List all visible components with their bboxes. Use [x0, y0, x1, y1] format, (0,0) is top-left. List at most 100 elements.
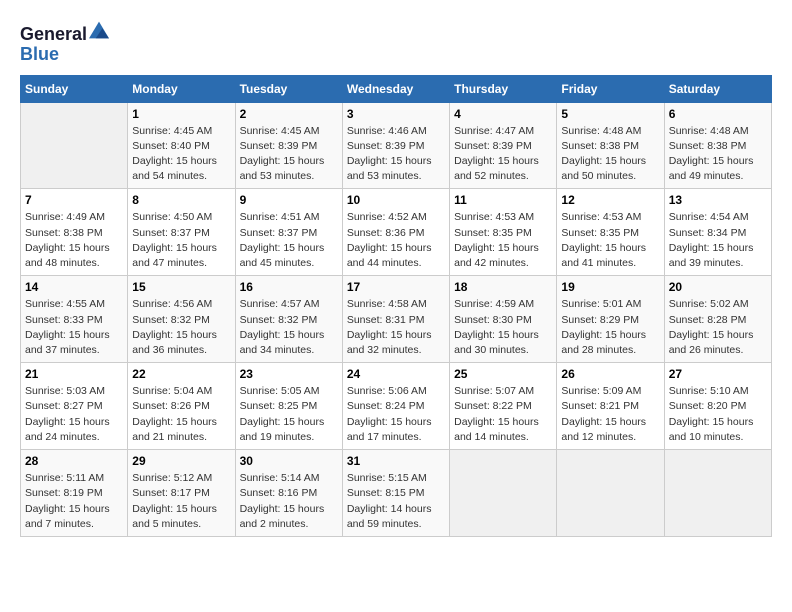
day-number: 23 [240, 367, 338, 381]
calendar-cell: 23 Sunrise: 5:05 AMSunset: 8:25 PMDayligh… [235, 363, 342, 450]
day-number: 19 [561, 280, 659, 294]
day-number: 10 [347, 193, 445, 207]
calendar-cell: 27 Sunrise: 5:10 AMSunset: 8:20 PMDayligh… [664, 363, 771, 450]
day-info: Sunrise: 5:14 AMSunset: 8:16 PMDaylight:… [240, 471, 338, 532]
calendar-cell: 26 Sunrise: 5:09 AMSunset: 8:21 PMDayligh… [557, 363, 664, 450]
day-number: 8 [132, 193, 230, 207]
day-info: Sunrise: 5:12 AMSunset: 8:17 PMDaylight:… [132, 471, 230, 532]
logo: General Blue [20, 20, 109, 65]
day-info: Sunrise: 4:57 AMSunset: 8:32 PMDaylight:… [240, 297, 338, 358]
calendar-body: 1Sunrise: 4:45 AMSunset: 8:40 PMDaylight… [21, 102, 772, 536]
day-number: 14 [25, 280, 123, 294]
calendar-cell: 20Sunrise: 5:02 AMSunset: 8:28 PMDayligh… [664, 276, 771, 363]
day-info: Sunrise: 4:51 AMSunset: 8:37 PMDaylight:… [240, 210, 338, 271]
day-info: Sunrise: 4:52 AMSunset: 8:36 PMDaylight:… [347, 210, 445, 271]
day-number: 31 [347, 454, 445, 468]
weekday-header: Tuesday [235, 75, 342, 102]
day-number: 29 [132, 454, 230, 468]
day-info: Sunrise: 4:53 AMSunset: 8:35 PMDaylight:… [561, 210, 659, 271]
calendar-cell: 25 Sunrise: 5:07 AMSunset: 8:22 PMDayligh… [450, 363, 557, 450]
day-info: Sunrise: 4:48 AMSunset: 8:38 PMDaylight:… [561, 124, 659, 185]
day-info: Sunrise: 5:04 AMSunset: 8:26 PMDaylight:… [132, 384, 230, 445]
day-number: 12 [561, 193, 659, 207]
day-info: Sunrise: 5:15 AMSunset: 8:15 PMDaylight:… [347, 471, 445, 532]
calendar-cell: 18Sunrise: 4:59 AMSunset: 8:30 PMDayligh… [450, 276, 557, 363]
calendar-cell [664, 450, 771, 537]
day-number: 25 [454, 367, 552, 381]
calendar-cell: 7Sunrise: 4:49 AMSunset: 8:38 PMDaylight… [21, 189, 128, 276]
calendar-cell: 14 Sunrise: 4:55 AMSunset: 8:33 PMDayligh… [21, 276, 128, 363]
day-number: 9 [240, 193, 338, 207]
day-number: 22 [132, 367, 230, 381]
day-info: Sunrise: 5:10 AMSunset: 8:20 PMDaylight:… [669, 384, 767, 445]
calendar-cell [557, 450, 664, 537]
calendar-week-row: 7Sunrise: 4:49 AMSunset: 8:38 PMDaylight… [21, 189, 772, 276]
calendar-cell: 12 Sunrise: 4:53 AMSunset: 8:35 PMDayligh… [557, 189, 664, 276]
calendar-cell: 4 Sunrise: 4:47 AMSunset: 8:39 PMDaylight… [450, 102, 557, 189]
calendar-cell: 11 Sunrise: 4:53 AMSunset: 8:35 PMDayligh… [450, 189, 557, 276]
day-number: 5 [561, 107, 659, 121]
day-info: Sunrise: 4:45 AMSunset: 8:40 PMDaylight:… [132, 124, 230, 185]
page-header: General Blue [20, 20, 772, 65]
calendar-header: SundayMondayTuesdayWednesdayThursdayFrid… [21, 75, 772, 102]
calendar-cell: 3Sunrise: 4:46 AMSunset: 8:39 PMDaylight… [342, 102, 449, 189]
day-number: 30 [240, 454, 338, 468]
calendar-cell: 30 Sunrise: 5:14 AMSunset: 8:16 PMDayligh… [235, 450, 342, 537]
logo-blue: Blue [20, 44, 59, 64]
calendar-cell: 15 Sunrise: 4:56 AMSunset: 8:32 PMDayligh… [128, 276, 235, 363]
day-info: Sunrise: 4:54 AMSunset: 8:34 PMDaylight:… [669, 210, 767, 271]
day-info: Sunrise: 4:55 AMSunset: 8:33 PMDaylight:… [25, 297, 123, 358]
calendar-cell: 17Sunrise: 4:58 AMSunset: 8:31 PMDayligh… [342, 276, 449, 363]
day-info: Sunrise: 4:47 AMSunset: 8:39 PMDaylight:… [454, 124, 552, 185]
calendar-cell: 22 Sunrise: 5:04 AMSunset: 8:26 PMDayligh… [128, 363, 235, 450]
calendar-week-row: 28 Sunrise: 5:11 AMSunset: 8:19 PMDayligh… [21, 450, 772, 537]
day-number: 24 [347, 367, 445, 381]
day-number: 18 [454, 280, 552, 294]
day-info: Sunrise: 5:11 AMSunset: 8:19 PMDaylight:… [25, 471, 123, 532]
weekday-header: Friday [557, 75, 664, 102]
calendar-cell: 1Sunrise: 4:45 AMSunset: 8:40 PMDaylight… [128, 102, 235, 189]
day-info: Sunrise: 5:03 AMSunset: 8:27 PMDaylight:… [25, 384, 123, 445]
calendar-cell [21, 102, 128, 189]
calendar-cell [450, 450, 557, 537]
day-info: Sunrise: 4:53 AMSunset: 8:35 PMDaylight:… [454, 210, 552, 271]
weekday-header-row: SundayMondayTuesdayWednesdayThursdayFrid… [21, 75, 772, 102]
day-info: Sunrise: 5:07 AMSunset: 8:22 PMDaylight:… [454, 384, 552, 445]
calendar-cell: 10 Sunrise: 4:52 AMSunset: 8:36 PMDayligh… [342, 189, 449, 276]
weekday-header: Saturday [664, 75, 771, 102]
calendar-cell: 16Sunrise: 4:57 AMSunset: 8:32 PMDayligh… [235, 276, 342, 363]
calendar-cell: 19 Sunrise: 5:01 AMSunset: 8:29 PMDayligh… [557, 276, 664, 363]
day-info: Sunrise: 4:45 AMSunset: 8:39 PMDaylight:… [240, 124, 338, 185]
calendar-cell: 8 Sunrise: 4:50 AMSunset: 8:37 PMDaylight… [128, 189, 235, 276]
weekday-header: Sunday [21, 75, 128, 102]
day-number: 28 [25, 454, 123, 468]
day-info: Sunrise: 5:01 AMSunset: 8:29 PMDaylight:… [561, 297, 659, 358]
day-number: 17 [347, 280, 445, 294]
weekday-header: Monday [128, 75, 235, 102]
weekday-header: Wednesday [342, 75, 449, 102]
day-info: Sunrise: 4:46 AMSunset: 8:39 PMDaylight:… [347, 124, 445, 185]
day-number: 4 [454, 107, 552, 121]
day-info: Sunrise: 5:05 AMSunset: 8:25 PMDaylight:… [240, 384, 338, 445]
day-number: 11 [454, 193, 552, 207]
day-number: 15 [132, 280, 230, 294]
calendar-cell: 21Sunrise: 5:03 AMSunset: 8:27 PMDayligh… [21, 363, 128, 450]
logo-icon [89, 20, 109, 40]
calendar-cell: 5 Sunrise: 4:48 AMSunset: 8:38 PMDaylight… [557, 102, 664, 189]
calendar-cell: 31 Sunrise: 5:15 AMSunset: 8:15 PMDayligh… [342, 450, 449, 537]
calendar-cell: 13Sunrise: 4:54 AMSunset: 8:34 PMDayligh… [664, 189, 771, 276]
day-info: Sunrise: 5:02 AMSunset: 8:28 PMDaylight:… [669, 297, 767, 358]
day-number: 2 [240, 107, 338, 121]
calendar-cell: 28 Sunrise: 5:11 AMSunset: 8:19 PMDayligh… [21, 450, 128, 537]
day-info: Sunrise: 4:50 AMSunset: 8:37 PMDaylight:… [132, 210, 230, 271]
calendar-cell: 29 Sunrise: 5:12 AMSunset: 8:17 PMDayligh… [128, 450, 235, 537]
calendar-table: SundayMondayTuesdayWednesdayThursdayFrid… [20, 75, 772, 537]
day-info: Sunrise: 4:56 AMSunset: 8:32 PMDaylight:… [132, 297, 230, 358]
day-info: Sunrise: 5:06 AMSunset: 8:24 PMDaylight:… [347, 384, 445, 445]
day-number: 27 [669, 367, 767, 381]
day-info: Sunrise: 4:48 AMSunset: 8:38 PMDaylight:… [669, 124, 767, 185]
logo-text: General Blue [20, 20, 109, 65]
calendar-cell: 6Sunrise: 4:48 AMSunset: 8:38 PMDaylight… [664, 102, 771, 189]
day-number: 26 [561, 367, 659, 381]
day-info: Sunrise: 5:09 AMSunset: 8:21 PMDaylight:… [561, 384, 659, 445]
